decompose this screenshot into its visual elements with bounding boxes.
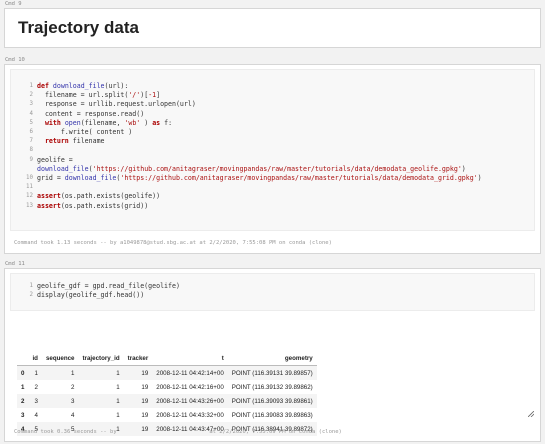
table-cell: 2008-12-11 04:43:26+00 [152,394,228,408]
cell-label: Cmd 10 [5,57,25,63]
code-line: 11 [11,183,534,192]
table-cell: 3 [41,394,79,408]
code-line: 13 assert(os.path.exists(grid)) [11,202,534,211]
code-line: 2 display(geolife_gdf.head()) [11,291,534,300]
row-index: 0 [17,365,29,380]
column-header: trajectory_id [78,351,124,366]
dataframe-table: id sequence trajectory_id tracker t geometry … [17,351,317,436]
table-cell: 2008-12-11 04:42:14+00 [152,365,228,380]
table-cell: 1 [116,411,120,419]
table-row: 1 2 2 1 19 2008-12-11 04:42:16+00 POINT (116.3… [17,380,317,394]
code-line: 2 filename = url.split('/')[-1] [11,91,534,100]
column-header: t [152,351,228,366]
table-cell: POINT (116.39132 39.89862) [231,383,313,391]
code-text: return filename [44,137,105,146]
table-cell: 19 [123,394,153,408]
table-cell: 19 [141,383,149,391]
code-line: 8 [11,146,534,155]
code-text: geolife = [37,155,73,164]
table-cell: 4 [34,411,38,419]
table-cell: 1 [41,365,79,380]
cell-label: Cmd 9 [5,1,22,7]
column-header: sequence [41,351,79,366]
code-line: 5 with open(filename, 'wb' ) as f: [11,119,534,128]
line-number: 8 [29,147,34,154]
column-header: id [28,351,42,366]
column-header: tracker [123,351,153,366]
code-line: 4 content = response.read() [11,110,534,119]
table-cell: POINT (116.39083 39.89863) [231,411,313,419]
line-number: 2 [29,92,34,99]
table-row: 0 1 1 1 19 2008-12-11 04:42:14+00 POINT (116.3… [17,365,317,380]
code-text: content = response.read() [37,109,145,118]
table-cell: POINT (116.39131 39.89857) [227,365,317,380]
code-line: 3 response = urllib.request.urlopen(url) [11,100,534,109]
cell-label: Cmd 11 [5,261,25,267]
code-text: grid = download_file('https://github.com… [37,174,482,182]
code-text: download_file('https://github.com/anitag… [37,164,466,173]
line-number: 6 [29,129,34,135]
table-cell: POINT (116.39093 39.89861) [227,394,317,408]
line-number: 9 [29,156,34,163]
line-number: 4 [29,110,34,117]
line-number: 10 [26,175,33,181]
resize-handle-icon[interactable] [528,411,534,417]
code-line: 1 geolife_gdf = gpd.read_file(geolife) [11,282,534,291]
column-header: geometry [227,351,317,366]
section-title: Trajectory data [18,18,139,37]
command-status: Command took 0.36 seconds -- by at 2/2/2… [14,429,342,435]
code-line: download_file('https://github.com/anitag… [11,165,534,174]
row-index: 3 [21,411,25,419]
markdown-cell[interactable]: Trajectory data [4,8,541,48]
code-editor[interactable]: 1 geolife_gdf = gpd.read_file(geolife) 2 di… [10,273,535,311]
table-cell: 2008-12-11 04:42:16+00 [156,383,224,391]
code-text: assert(os.path.exists(geolife)) [37,192,161,201]
table-cell: 1 [28,365,42,380]
code-line: 7 return filename [11,137,534,146]
line-number: 12 [26,193,33,200]
line-number: 7 [29,138,34,145]
line-number: 13 [26,202,33,209]
row-index: 2 [17,394,29,408]
line-number: 1 [29,83,34,89]
command-status: Command took 1.13 seconds -- by a1049878… [14,240,332,246]
code-text: assert(os.path.exists(grid)) [37,201,149,210]
line-number: 11 [26,184,33,191]
code-text: geolife_gdf = gpd.read_file(geolife) [37,282,180,290]
table-cell: 2 [71,383,75,391]
code-editor[interactable]: 1 def download_file(url): 2 filename = url… [10,69,535,231]
row-index: 1 [21,383,25,391]
table-cell: 19 [141,411,149,419]
code-line: 1 def download_file(url): [11,82,534,91]
code-line: 12 assert(os.path.exists(geolife)) [11,192,534,201]
code-line: 6 f.write( content ) [11,128,534,137]
table-cell: 1 [78,365,124,380]
code-text: with open(filename, 'wb' ) as f: [44,118,173,127]
table-cell: 1 [78,394,124,408]
code-text: filename = url.split('/')[-1] [37,91,161,100]
line-number: 5 [29,119,34,126]
table-header-row: id sequence trajectory_id tracker t geometry [17,351,317,366]
table-cell: 19 [123,365,153,380]
code-line: 10 grid = download_file('https://github.c… [11,174,534,183]
table-row: 3 4 4 1 19 2008-12-11 04:43:32+00 POINT (116.3… [17,408,317,422]
table-cell: 3 [28,394,42,408]
code-text: f.write( content ) [37,128,133,136]
code-line: 9 geolife = [11,156,534,165]
line-number: 2 [29,292,34,299]
column-header [17,351,29,366]
code-text: def download_file(url): [37,82,129,90]
line-number: 1 [29,283,34,289]
table-cell: 1 [116,383,120,391]
line-number: 3 [29,101,34,108]
code-text: response = urllib.request.urlopen(url) [37,100,196,109]
code-text: display(geolife_gdf.head()) [37,291,145,300]
table-cell: 2008-12-11 04:43:32+00 [156,411,224,419]
code-cell[interactable]: 1 def download_file(url): 2 filename = url… [4,64,541,254]
code-cell[interactable]: 1 geolife_gdf = gpd.read_file(geolife) 2 di… [4,268,541,442]
table-row: 2 3 3 1 19 2008-12-11 04:43:26+00 POINT (116.3… [17,394,317,408]
table-cell: 2 [34,383,38,391]
table-cell: 4 [71,411,75,419]
